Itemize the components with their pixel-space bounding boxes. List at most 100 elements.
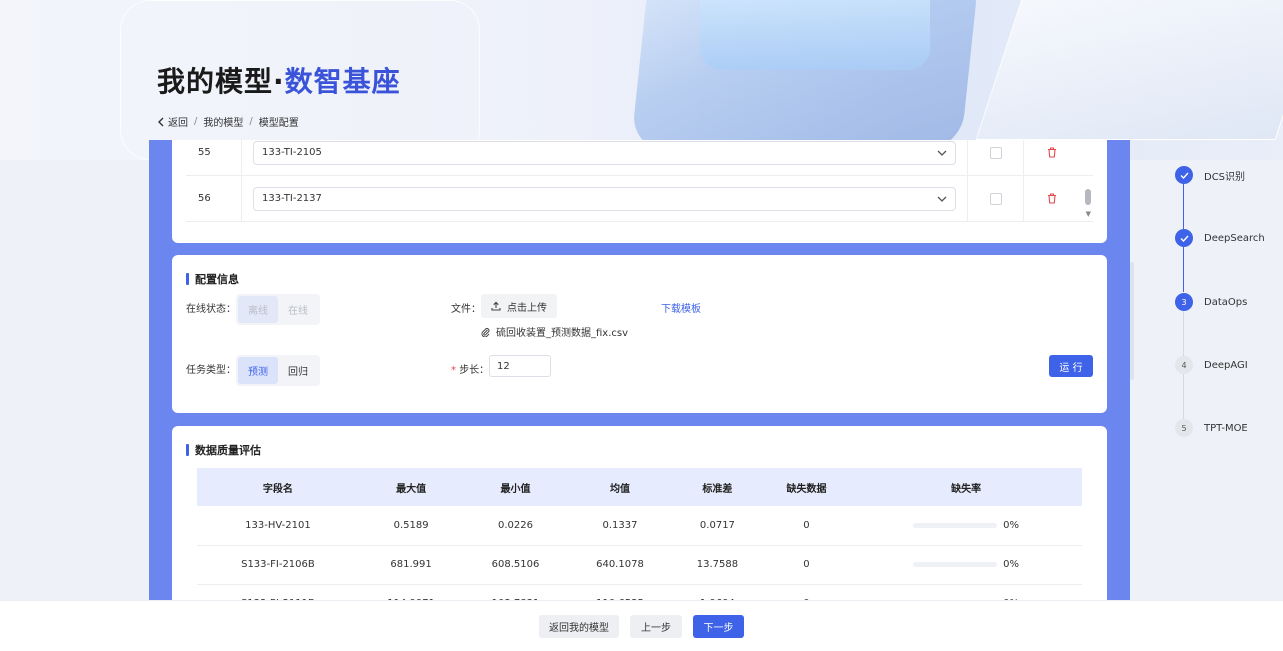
step-deepagi[interactable]: 4 DeepAGI <box>1175 356 1248 374</box>
cell-field: S133-FI-2106B <box>197 545 359 585</box>
step-connector <box>1183 184 1184 229</box>
check-icon <box>1175 229 1193 247</box>
config-section-title: 配置信息 <box>186 271 239 287</box>
variable-select[interactable]: 133-TI-2105 <box>253 140 956 165</box>
task-type-toggle: 预测 回归 <box>236 355 320 386</box>
quality-table: 字段名 最大值 最小值 均值 标准差 缺失数据 缺失率 133-HV-2101 0… <box>197 468 1082 600</box>
row-checkbox[interactable] <box>989 192 1002 205</box>
missing-rate-indicator: 0% <box>850 520 1082 531</box>
section-marker <box>186 273 189 285</box>
row-index: 56 <box>186 176 242 221</box>
file-name-text: 硫回收装置_预测数据_fix.csv <box>496 328 629 339</box>
variable-list-card: 55 133-TI-2105 56 133-TI-2137 ▼ <box>172 140 1107 243</box>
back-link[interactable]: 返回 <box>157 114 188 129</box>
task-type-label: 任务类型： <box>186 365 236 376</box>
cell-max: 681.991 <box>358 545 464 585</box>
prev-step-button[interactable]: 上一步 <box>630 615 682 638</box>
column-header: 标准差 <box>672 468 763 506</box>
step-label: * 步长： <box>451 361 489 376</box>
back-to-models-button[interactable]: 返回我的模型 <box>539 615 619 638</box>
back-label: 返回 <box>168 118 188 129</box>
breadcrumb-item-model-config: 模型配置 <box>258 118 299 129</box>
banner-glass-panel <box>975 0 1283 140</box>
chevron-left-icon <box>158 117 164 126</box>
step-label: DeepAGI <box>1204 359 1248 371</box>
cell-mean: 640.1078 <box>567 545 673 585</box>
trash-icon[interactable] <box>1047 147 1057 158</box>
task-type-regression[interactable]: 回归 <box>278 357 318 384</box>
step-connector <box>1183 374 1184 419</box>
breadcrumb: 返回 / 我的模型 / 模型配置 <box>157 114 299 129</box>
online-status-toggle: 离线 在线 <box>236 294 320 325</box>
step-label-text: 步长： <box>459 365 490 376</box>
cell-min: 0.0226 <box>463 506 568 546</box>
missing-rate-bar <box>913 562 998 567</box>
main-content: 55 133-TI-2105 56 133-TI-2137 ▼ 配置信息 在线状… <box>149 140 1130 600</box>
upload-button[interactable]: 点击上传 <box>481 294 557 318</box>
missing-rate-text: 0% <box>1003 519 1020 531</box>
page-scrollbar[interactable] <box>1130 262 1134 380</box>
chevron-down-icon <box>937 196 947 202</box>
table-row: 133-HV-2101 0.5189 0.0226 0.1337 0.0717 0 0% <box>197 506 1082 546</box>
step-dataops[interactable]: 3 DataOps <box>1175 293 1247 311</box>
delete-cell <box>1024 140 1080 175</box>
row-checkbox[interactable] <box>989 146 1002 159</box>
step-label: DataOps <box>1204 296 1248 308</box>
step-number: 5 <box>1175 419 1193 437</box>
variable-select-value: 133-TI-2105 <box>262 147 322 158</box>
run-button[interactable]: 运 行 <box>1049 355 1093 377</box>
uploaded-file[interactable]: 硫回收装置_预测数据_fix.csv <box>481 324 628 339</box>
column-header: 字段名 <box>197 468 359 506</box>
checkbox-cell <box>968 140 1024 175</box>
banner-device-top <box>700 0 930 70</box>
cell-std: 1.9694 <box>672 584 763 600</box>
table-header-row: 字段名 最大值 最小值 均值 标准差 缺失数据 缺失率 <box>197 468 1082 506</box>
quality-section-title: 数据质量评估 <box>186 442 261 458</box>
cell-max: 114.9971 <box>358 584 464 600</box>
quality-card: 数据质量评估 字段名 最大值 最小值 均值 标准差 缺失数据 缺失率 133-H… <box>172 426 1107 600</box>
upload-label: 点击上传 <box>507 302 547 314</box>
variable-select[interactable]: 133-TI-2137 <box>253 186 956 211</box>
step-number: 3 <box>1175 293 1193 311</box>
cell-missing-rate: 0% <box>850 506 1082 546</box>
variable-row: 55 133-TI-2105 <box>186 140 1093 176</box>
step-connector <box>1183 311 1184 356</box>
scroll-down-arrow-icon[interactable]: ▼ <box>1086 210 1091 218</box>
required-mark: * <box>451 365 456 376</box>
trash-icon[interactable] <box>1047 193 1057 204</box>
cell-mean: 0.1337 <box>567 506 673 546</box>
step-number: 4 <box>1175 356 1193 374</box>
quality-title-text: 数据质量评估 <box>195 444 261 457</box>
column-header: 最大值 <box>358 468 464 506</box>
delete-cell <box>1024 176 1080 221</box>
breadcrumb-separator: / <box>249 116 253 127</box>
check-icon <box>1175 166 1193 184</box>
step-input[interactable]: 12 <box>489 355 551 377</box>
step-deepsearch[interactable]: DeepSearch <box>1175 229 1265 247</box>
variable-row: 56 133-TI-2137 <box>186 176 1093 222</box>
step-tpt-moe[interactable]: 5 TPT-MOE <box>1175 419 1248 437</box>
cell-missing: 0 <box>762 506 851 546</box>
column-header: 缺失率 <box>850 468 1082 506</box>
breadcrumb-item-my-models[interactable]: 我的模型 <box>203 114 243 129</box>
cell-std: 13.7588 <box>672 545 763 585</box>
footer-bar: 返回我的模型 上一步 下一步 <box>0 600 1283 651</box>
download-template-link[interactable]: 下载模板 <box>661 300 701 315</box>
cell-field: S133-PI-2111B <box>197 584 359 600</box>
config-card: 配置信息 在线状态： 离线 在线 文件： 点击上传 下载模板 硫回收装置_预测数… <box>172 255 1107 413</box>
step-dcs[interactable]: DCS识别 <box>1175 166 1245 184</box>
breadcrumb-separator: / <box>194 116 198 127</box>
next-step-button[interactable]: 下一步 <box>693 615 744 638</box>
page-title-main: 我的模型· <box>157 65 285 98</box>
config-title-text: 配置信息 <box>195 273 239 286</box>
page-title-accent: 数智基座 <box>284 65 401 98</box>
task-type-predict[interactable]: 预测 <box>238 357 278 384</box>
online-status-online[interactable]: 在线 <box>278 296 318 323</box>
list-scrollbar-thumb[interactable] <box>1085 189 1091 205</box>
online-status-offline[interactable]: 离线 <box>238 296 278 323</box>
column-header: 均值 <box>567 468 673 506</box>
step-label: DeepSearch <box>1204 232 1265 244</box>
checkbox-cell <box>968 176 1024 221</box>
cell-field: 133-HV-2101 <box>197 506 359 546</box>
file-label: 文件： <box>451 304 481 315</box>
